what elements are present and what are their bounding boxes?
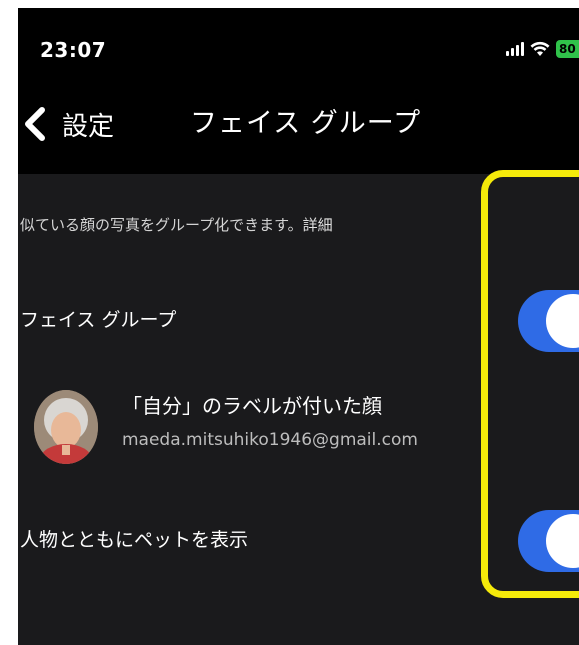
toggle-knob	[546, 294, 579, 348]
avatar	[34, 390, 98, 464]
self-label-title: 「自分」のラベルが付いた顔	[122, 394, 382, 418]
battery-icon: 80	[556, 40, 579, 58]
status-time: 23:07	[40, 38, 107, 62]
face-group-toggle[interactable]	[518, 290, 579, 352]
page-title: フェイス グループ	[190, 108, 422, 139]
toggle-knob	[546, 514, 579, 568]
phone-screen: 23:07 80 設定 フェイス グループ 似ている顔の写真をグループ化できます…	[18, 8, 579, 645]
back-label: 設定	[62, 111, 115, 142]
show-pets-label: 人物とともにペットを表示	[20, 529, 249, 551]
description-body: 似ている顔の写真をグループ化できます。	[20, 216, 303, 234]
wifi-icon	[530, 41, 550, 56]
avatar-photo	[34, 390, 98, 464]
details-link[interactable]: 詳細	[303, 216, 333, 234]
self-label-email: maeda.mitsuhiko1946@gmail.com	[122, 430, 418, 450]
show-pets-toggle[interactable]	[518, 510, 579, 572]
signal-bars-icon	[506, 42, 524, 56]
description-text: 似ている顔の写真をグループ化できます。詳細	[20, 214, 333, 236]
chevron-left-icon	[25, 107, 45, 141]
status-bar: 23:07 80	[18, 8, 579, 74]
back-button[interactable]: 設定	[18, 104, 114, 144]
navigation-bar: 設定 フェイス グループ	[18, 74, 579, 174]
status-icons: 80	[506, 38, 579, 60]
face-group-label: フェイス グループ	[20, 309, 177, 331]
